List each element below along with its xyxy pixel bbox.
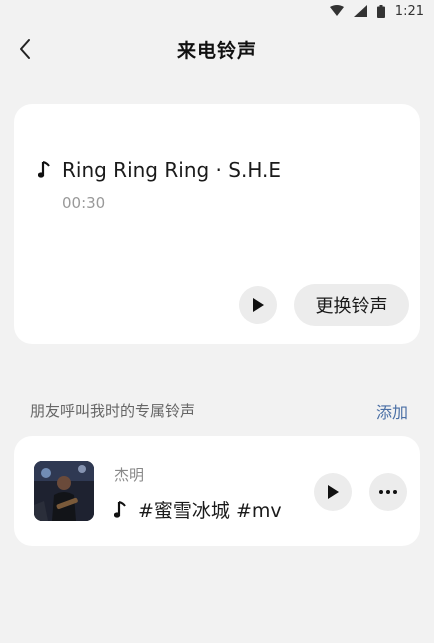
more-icon [379, 490, 397, 494]
change-ringtone-button[interactable]: 更换铃声 [294, 284, 409, 326]
page-title: 来电铃声 [176, 39, 257, 62]
status-time: 1:21 [394, 3, 424, 19]
signal-icon [353, 5, 367, 17]
battery-icon [376, 4, 385, 18]
music-note-icon [112, 500, 128, 520]
music-note-icon [36, 160, 52, 180]
friend-ringtone-item[interactable]: 杰明 #蜜雪冰城 #mv [14, 436, 420, 546]
friend-song-title: #蜜雪冰城 #mv [138, 500, 282, 522]
ringtone-duration: 00:30 [62, 194, 106, 212]
header: 来电铃声 [0, 22, 434, 76]
song-cover-image [34, 461, 94, 521]
current-song-title: Ring Ring Ring · S.H.E [62, 158, 281, 182]
add-button[interactable]: 添加 [376, 399, 408, 423]
play-icon [328, 485, 339, 499]
play-icon [253, 298, 264, 312]
more-options-button[interactable] [369, 473, 407, 511]
back-arrow-icon [20, 39, 30, 59]
play-button[interactable] [239, 286, 277, 324]
friend-play-button[interactable] [314, 473, 352, 511]
current-song-row: Ring Ring Ring · S.H.E [36, 158, 281, 182]
status-bar: 1:21 [0, 0, 434, 22]
friend-song-row: #蜜雪冰城 #mv [112, 496, 282, 523]
friend-ringtone-section-label: 朋友呼叫我时的专属铃声 [30, 402, 196, 420]
current-ringtone-card: Ring Ring Ring · S.H.E 00:30 更换铃声 [14, 104, 420, 344]
back-button[interactable] [8, 32, 42, 66]
friend-name: 杰明 [114, 466, 145, 484]
wifi-icon [329, 5, 344, 17]
